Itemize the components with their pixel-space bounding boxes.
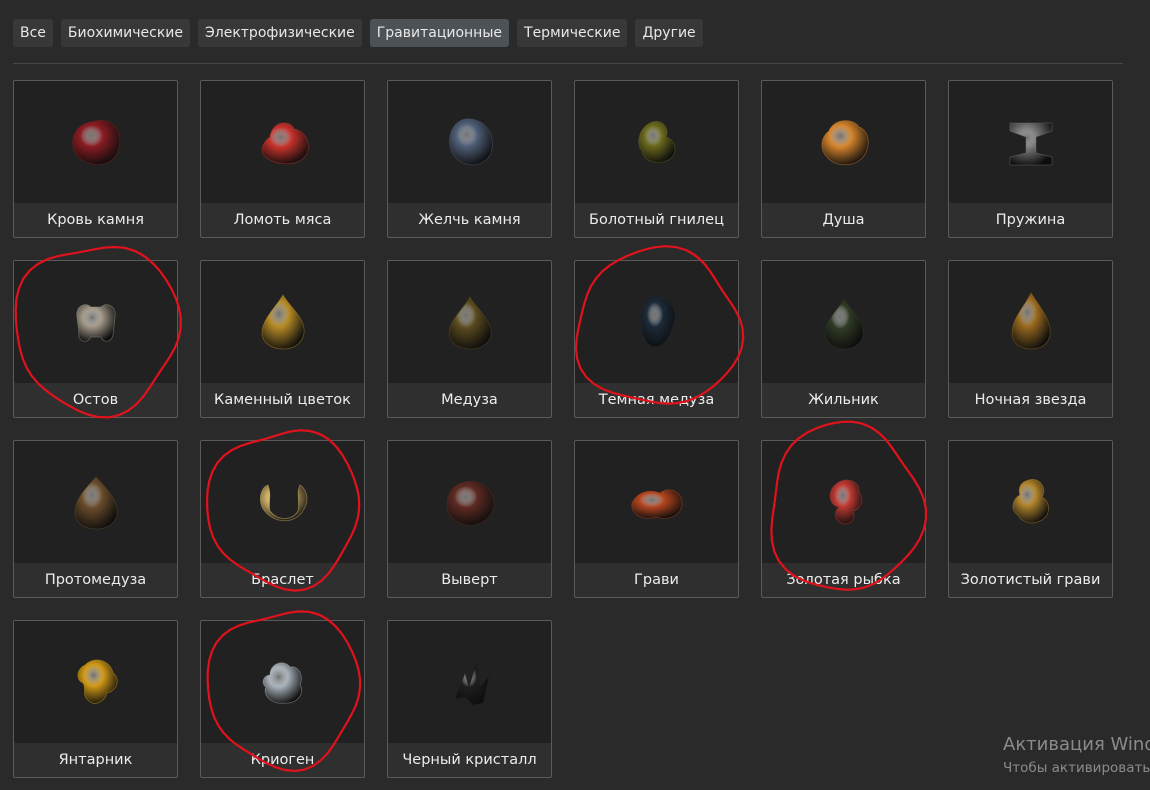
- artifact-image: [14, 81, 177, 203]
- night-star-artifact-icon: [1011, 292, 1051, 350]
- artifact-card[interactable]: Золотая рыбка: [761, 440, 926, 598]
- artifact-image: [14, 261, 177, 383]
- artifact-image: [388, 81, 551, 203]
- artifact-image: [575, 441, 738, 563]
- artifact-image: [201, 81, 364, 203]
- artifact-card[interactable]: Пружина: [948, 80, 1113, 238]
- artifact-card[interactable]: Ломоть мяса: [200, 80, 365, 238]
- windows-activation-watermark: Активация Windows Чтобы активировать Win…: [1003, 734, 1150, 778]
- stone-bile-artifact-icon: [448, 118, 493, 166]
- jellyfish-artifact-icon: [448, 296, 491, 350]
- artifact-name: Каменный цветок: [214, 392, 351, 408]
- artifact-image: [14, 621, 177, 743]
- artifact-card[interactable]: Выверт: [387, 440, 552, 598]
- dark-jellyfish-artifact-icon: [640, 296, 675, 348]
- artifact-name: Пружина: [995, 212, 1066, 228]
- artifact-card[interactable]: Протомедуза: [13, 440, 178, 598]
- artifact-name: Темная медуза: [598, 392, 715, 408]
- artifact-image: [388, 621, 551, 743]
- black-crystal-artifact-icon: [453, 660, 490, 706]
- artifact-name: Черный кристалл: [402, 752, 537, 768]
- artifact-name: Браслет: [251, 572, 314, 588]
- artifact-name: Грави: [634, 572, 679, 588]
- artifact-name: Желчь камня: [418, 212, 521, 228]
- artifact-card[interactable]: Ночная звезда: [948, 260, 1113, 418]
- tab-electrophysical[interactable]: Электрофизические: [197, 19, 362, 47]
- twist-artifact-icon: [446, 481, 494, 526]
- artifact-image: [762, 81, 925, 203]
- tab-other[interactable]: Другие: [635, 19, 703, 47]
- artifact-image: [949, 261, 1112, 383]
- stone-blood-artifact-icon: [71, 119, 120, 165]
- artifact-name: Золотистый грави: [960, 572, 1101, 588]
- artifact-image: [201, 261, 364, 383]
- artifact-card[interactable]: Жильник: [761, 260, 926, 418]
- artifact-name: Выверт: [441, 572, 498, 588]
- artifact-name: Кровь камня: [47, 212, 144, 228]
- artifact-name: Протомедуза: [44, 572, 147, 588]
- category-tabs: Все Биохимические Электрофизические Грав…: [13, 19, 703, 47]
- artifact-card[interactable]: Каменный цветок: [200, 260, 365, 418]
- artifact-name: Жильник: [808, 392, 879, 408]
- artifact-name: Болотный гнилец: [589, 212, 724, 228]
- watermark-title: Активация Windows: [1003, 734, 1150, 755]
- artifact-name: Ночная звезда: [974, 392, 1087, 408]
- artifact-card[interactable]: Остов: [13, 260, 178, 418]
- meat-chunk-artifact-icon: [261, 122, 309, 165]
- artifact-image: [14, 441, 177, 563]
- protojellyfish-artifact-icon: [74, 476, 118, 530]
- artifact-image: [949, 81, 1112, 203]
- tabs-divider: [13, 63, 1123, 64]
- artifact-name: Душа: [822, 212, 865, 228]
- artifact-image: [388, 441, 551, 563]
- artifact-image: [575, 81, 738, 203]
- artifact-card[interactable]: Криоген: [200, 620, 365, 778]
- artifact-card[interactable]: Золотистый грави: [948, 440, 1113, 598]
- swamp-rot-artifact-icon: [637, 121, 675, 163]
- artifact-image: [949, 441, 1112, 563]
- goldfish-artifact-icon: [829, 479, 862, 525]
- artifact-name: Золотая рыбка: [786, 572, 901, 588]
- artifact-image: [575, 261, 738, 383]
- artifact-name: Криоген: [250, 752, 315, 768]
- tab-gravitational[interactable]: Гравитационные: [369, 19, 510, 47]
- tab-biochemical[interactable]: Биохимические: [60, 19, 190, 47]
- artifact-card[interactable]: Грави: [574, 440, 739, 598]
- artifact-card[interactable]: Янтарник: [13, 620, 178, 778]
- amber-artifact-icon: [77, 659, 118, 704]
- artifact-card[interactable]: Медуза: [387, 260, 552, 418]
- artifact-card[interactable]: Болотный гнилец: [574, 80, 739, 238]
- artifact-image: [201, 441, 364, 563]
- artifact-card[interactable]: Кровь камня: [13, 80, 178, 238]
- artifact-card[interactable]: Браслет: [200, 440, 365, 598]
- tab-thermal[interactable]: Термические: [517, 19, 628, 47]
- spring-artifact-icon: [1009, 122, 1052, 166]
- gravi-artifact-icon: [631, 489, 682, 519]
- bracelet-artifact-icon: [259, 484, 307, 522]
- tab-all[interactable]: Все: [13, 19, 53, 47]
- artifact-card[interactable]: Душа: [761, 80, 926, 238]
- golden-gravi-artifact-icon: [1012, 479, 1049, 524]
- artifact-name: Янтарник: [58, 752, 133, 768]
- artifact-name: Медуза: [441, 392, 498, 408]
- artifact-image: [201, 621, 364, 743]
- stone-flower-artifact-icon: [261, 294, 304, 350]
- artifact-card[interactable]: Черный кристалл: [387, 620, 552, 778]
- artifact-name: Ломоть мяса: [233, 212, 332, 228]
- artifact-image: [762, 261, 925, 383]
- frame-artifact-icon: [75, 304, 116, 342]
- vein-artifact-icon: [824, 298, 863, 350]
- artifact-card[interactable]: Темная медуза: [574, 260, 739, 418]
- artifact-card[interactable]: Желчь камня: [387, 80, 552, 238]
- artifact-image: [388, 261, 551, 383]
- artifact-image: [762, 441, 925, 563]
- artifact-grid: Кровь камня Ломоть мяса Желчь камня Болотны…: [13, 80, 1123, 780]
- soul-artifact-icon: [821, 120, 869, 166]
- watermark-subtitle: Чтобы активировать Windows, перейдите в …: [1003, 760, 1150, 776]
- cryogen-artifact-icon: [262, 662, 302, 704]
- artifact-name: Остов: [72, 392, 119, 408]
